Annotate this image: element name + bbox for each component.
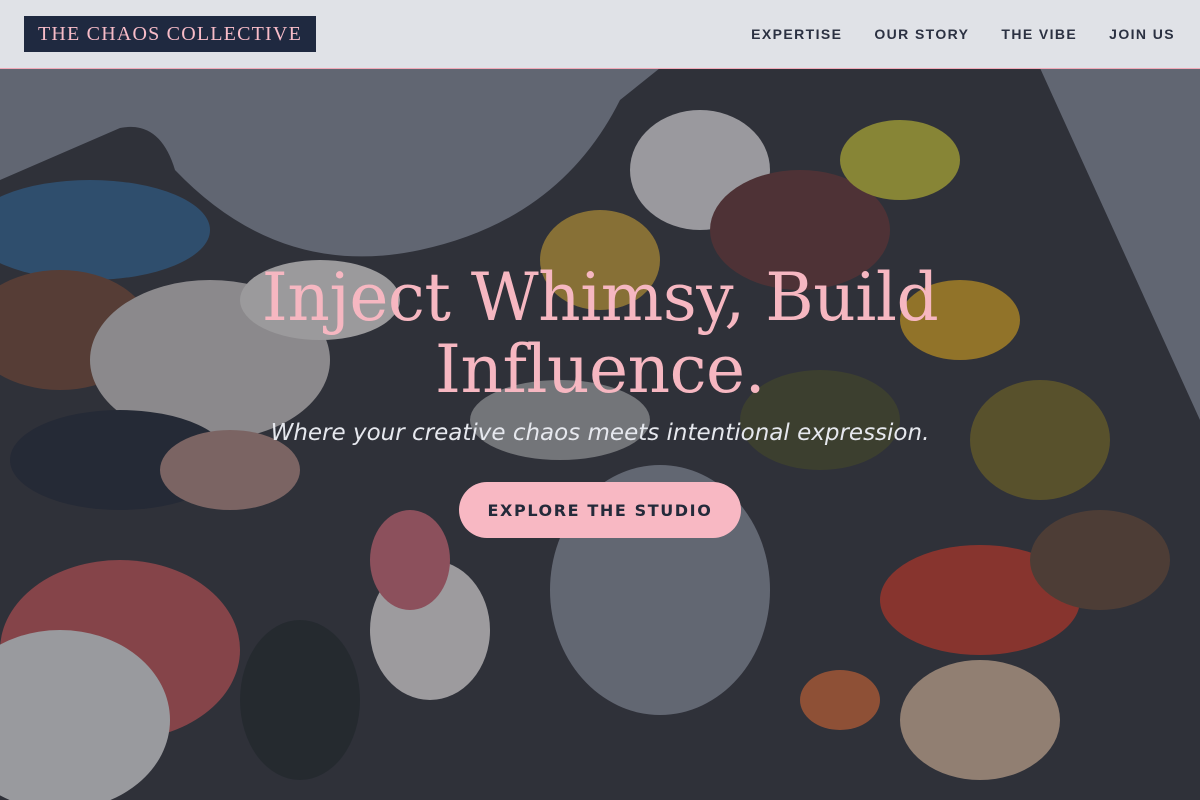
hero-subtitle: Where your creative chaos meets intentio…: [270, 420, 930, 446]
hero-title: Inject Whimsy, Build Influence.: [261, 259, 939, 408]
nav-link-expertise[interactable]: EXPERTISE: [751, 26, 842, 42]
brand-logo[interactable]: THE CHAOS COLLECTIVE: [24, 16, 316, 52]
nav-link-our-story[interactable]: OUR STORY: [874, 26, 969, 42]
nav-link-join-us[interactable]: JOIN US: [1109, 26, 1175, 42]
hero-section: Inject Whimsy, Build Influence. Where yo…: [0, 262, 1200, 538]
main-nav: EXPERTISE OUR STORY THE VIBE JOIN US: [751, 26, 1176, 42]
site-header: THE CHAOS COLLECTIVE EXPERTISE OUR STORY…: [0, 0, 1200, 69]
nav-link-the-vibe[interactable]: THE VIBE: [1001, 26, 1077, 42]
explore-studio-button[interactable]: EXPLORE THE STUDIO: [459, 482, 741, 538]
